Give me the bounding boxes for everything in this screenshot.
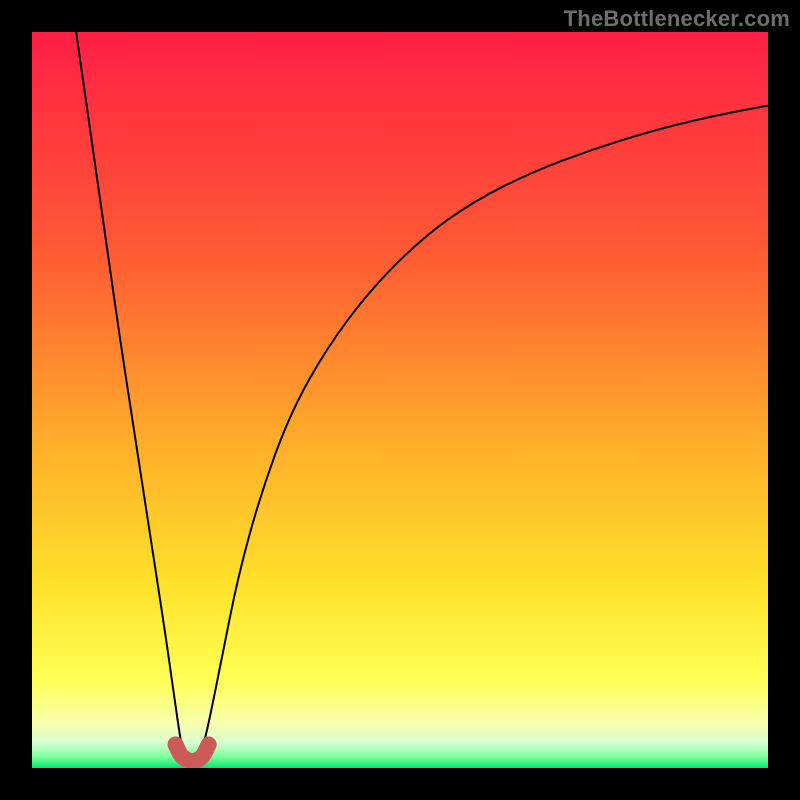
curve-layer bbox=[32, 32, 768, 768]
series-right-branch bbox=[201, 106, 768, 754]
series-bottom-arc bbox=[176, 744, 209, 761]
series-left-branch bbox=[76, 32, 183, 753]
chart-frame: TheBottlenecker.com bbox=[0, 0, 800, 800]
plot-area bbox=[32, 32, 768, 768]
watermark-text: TheBottlenecker.com bbox=[564, 6, 790, 32]
